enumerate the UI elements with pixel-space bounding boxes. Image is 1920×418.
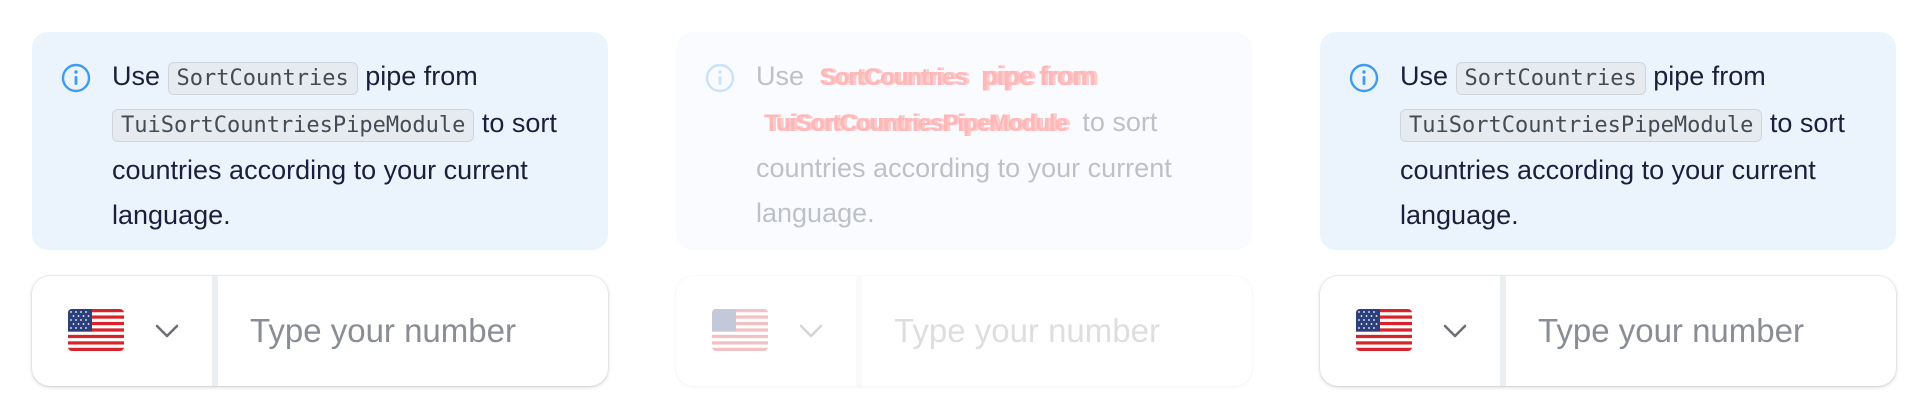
page: Use SortCountries pipe from TuiSortCount… — [0, 0, 1920, 418]
us-flag-icon — [68, 309, 124, 351]
module-code: TuiSortCountriesPipeModule — [764, 110, 1068, 137]
info-icon — [1349, 63, 1379, 93]
info-notification: Use SortCountries pipe from TuiSortCount… — [1320, 32, 1896, 250]
us-flag-icon — [1356, 309, 1412, 351]
phone-input-group — [32, 276, 608, 386]
phone-input-group — [1320, 276, 1896, 386]
notice-text-before: Use — [756, 61, 812, 91]
pipe-code: SortCountries — [1455, 62, 1646, 95]
chevron-down-icon — [155, 324, 179, 338]
module-code: TuiSortCountriesPipeModule — [1400, 109, 1763, 142]
phone-number-input — [862, 276, 1252, 386]
country-select[interactable] — [1320, 276, 1500, 386]
phone-number-input[interactable] — [1506, 276, 1896, 386]
country-select[interactable] — [32, 276, 212, 386]
phone-number-input[interactable] — [218, 276, 608, 386]
chevron-down-icon — [1443, 324, 1467, 338]
demo-panel-1: Use SortCountries pipe from TuiSortCount… — [0, 0, 628, 418]
notice-text-mid: pipe from — [357, 61, 478, 91]
phone-input-group — [676, 276, 1252, 386]
info-icon — [705, 63, 735, 93]
notice-text-mid: pipe from — [1645, 61, 1766, 91]
notice-text: Use SortCountries pipe from TuiSortCount… — [112, 54, 582, 238]
pipe-code: SortCountries — [167, 62, 358, 95]
notice-text-mid: pipe from — [974, 61, 1096, 91]
country-select — [676, 276, 856, 386]
notice-text-before: Use — [112, 61, 168, 91]
module-code: TuiSortCountriesPipeModule — [112, 109, 475, 142]
demo-panel-2: Use SortCountries pipe from TuiSortCountr… — [644, 0, 1272, 418]
notice-text: Use SortCountries pipe from TuiSortCount… — [1400, 54, 1870, 238]
info-icon — [61, 63, 91, 93]
chevron-down-icon — [799, 324, 823, 338]
info-notification: Use SortCountries pipe from TuiSortCountr… — [676, 32, 1252, 250]
demo-panel-3: Use SortCountries pipe from TuiSortCount… — [1288, 0, 1916, 418]
pipe-code: SortCountries — [819, 64, 968, 91]
notice-text: Use SortCountries pipe from TuiSortCountr… — [756, 54, 1226, 236]
info-notification: Use SortCountries pipe from TuiSortCount… — [32, 32, 608, 250]
notice-text-before: Use — [1400, 61, 1456, 91]
us-flag-icon — [712, 309, 768, 351]
